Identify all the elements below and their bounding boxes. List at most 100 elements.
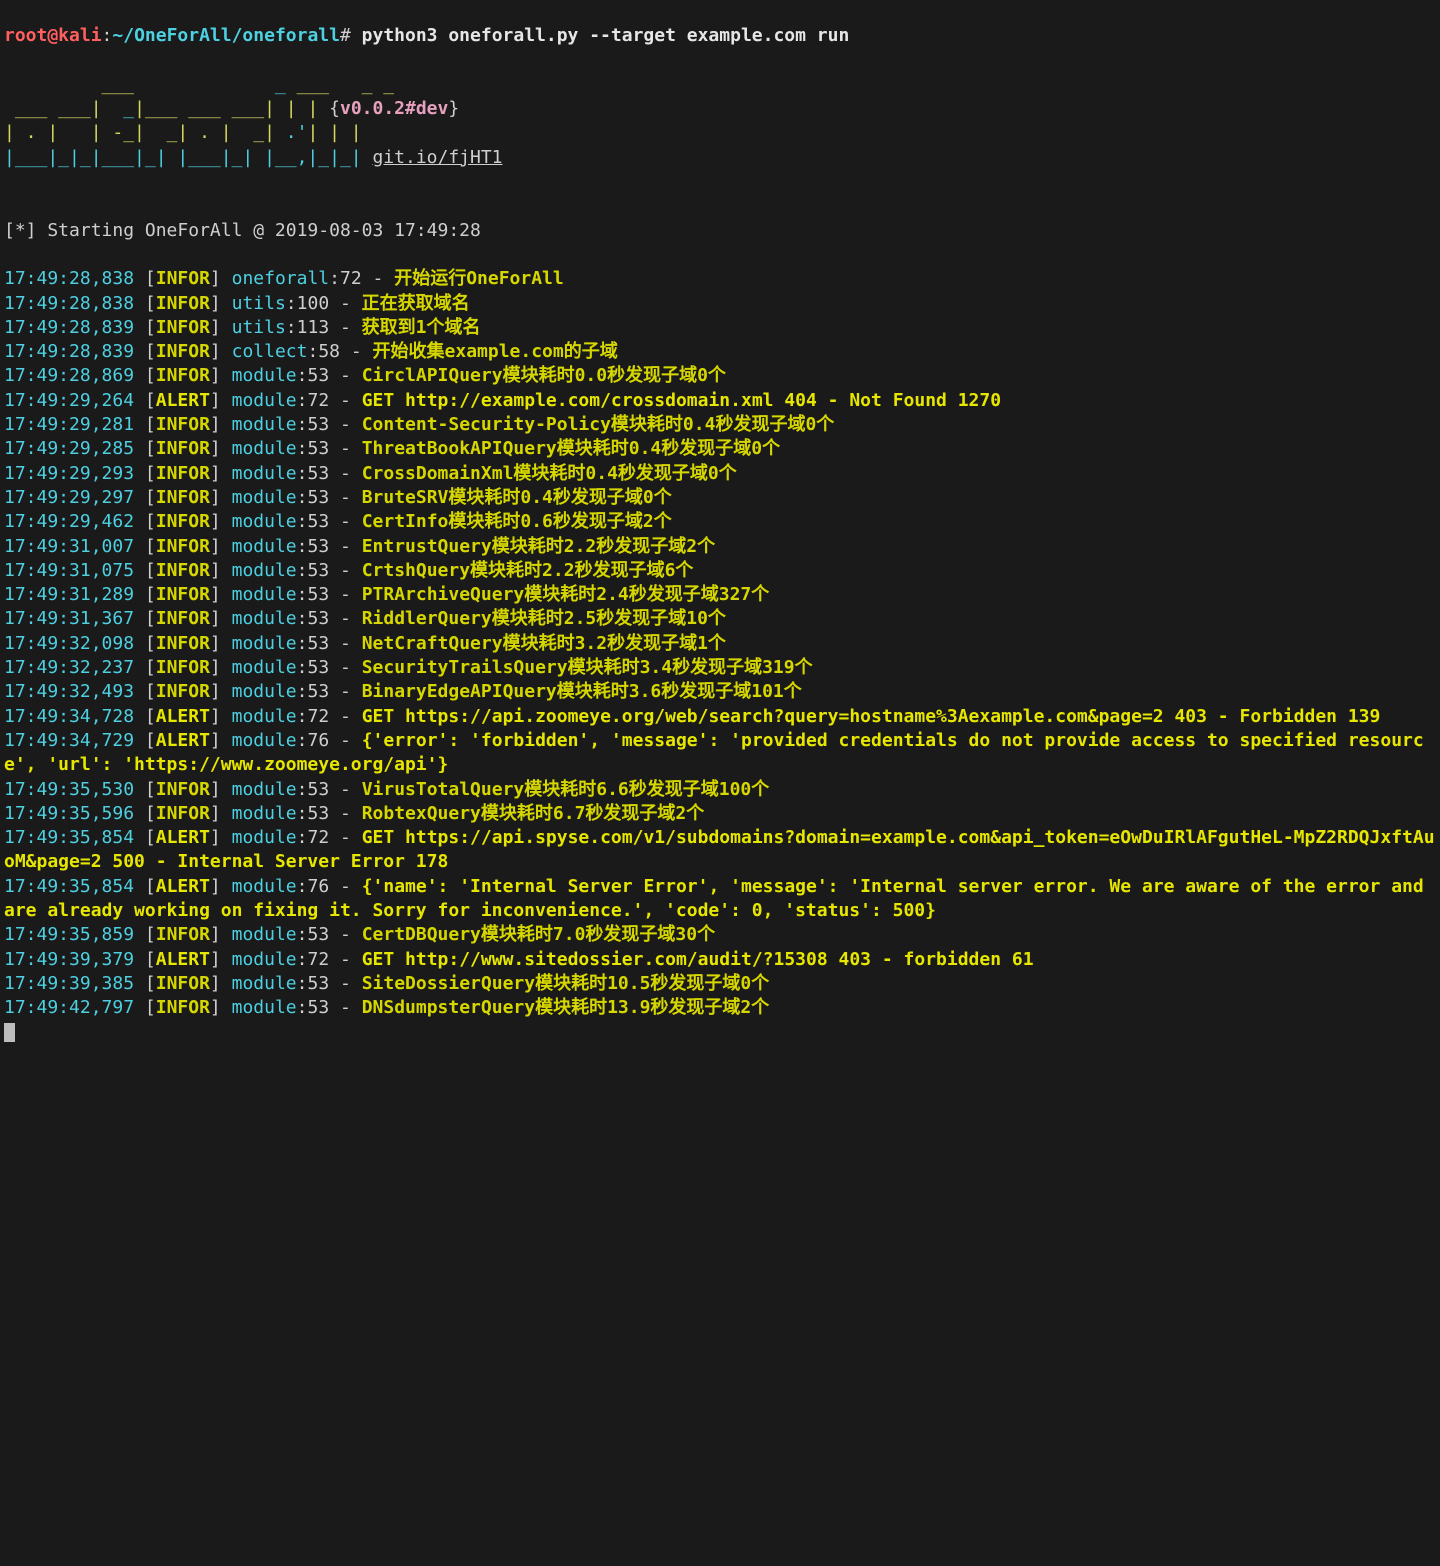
log-message: 开始运行OneForAll xyxy=(394,268,564,289)
log-module: module xyxy=(232,827,297,848)
log-colon: : xyxy=(297,463,308,484)
log-colon: : xyxy=(286,317,297,338)
log-dash: - xyxy=(329,511,362,532)
log-message: CrossDomainXml模块耗时0.4秒发现子域0个 xyxy=(362,463,737,484)
log-message: GET https://api.zoomeye.org/web/search?q… xyxy=(362,706,1381,727)
terminal[interactable]: root@kali: ~/OneForAll/oneforall# python3… xyxy=(0,0,1440,1049)
log-dash: - xyxy=(329,681,362,702)
log-line-no: 53 xyxy=(307,924,329,945)
log-time: 17:49:31,007 xyxy=(4,536,134,557)
log-module: module xyxy=(232,560,297,581)
log-time: 17:49:35,530 xyxy=(4,779,134,800)
log-colon: : xyxy=(329,268,340,289)
log-message: 开始收集example.com的子域 xyxy=(373,341,618,362)
prompt-path: ~/OneForAll/oneforall xyxy=(112,25,340,46)
prompt-sep2: # xyxy=(340,25,351,46)
log-level: INFOR xyxy=(156,293,210,314)
log-bracket: ] xyxy=(210,463,232,484)
log-message: RiddlerQuery模块耗时2.5秒发现子域10个 xyxy=(362,608,726,629)
log-bracket: ] xyxy=(210,365,232,386)
log-message: CertDBQuery模块耗时7.0秒发现子域30个 xyxy=(362,924,715,945)
log-time: 17:49:35,854 xyxy=(4,827,134,848)
log-level: INFOR xyxy=(156,365,210,386)
log-time: 17:49:29,462 xyxy=(4,511,134,532)
log-line-no: 53 xyxy=(307,608,329,629)
log-time: 17:49:32,237 xyxy=(4,657,134,678)
log-line-no: 53 xyxy=(307,438,329,459)
log-dash: - xyxy=(329,365,362,386)
log-bracket: [ xyxy=(134,365,156,386)
log-module: module xyxy=(232,730,297,751)
log-time: 17:49:35,596 xyxy=(4,803,134,824)
log-bracket: [ xyxy=(134,924,156,945)
log-time: 17:49:28,839 xyxy=(4,341,134,362)
log-level: INFOR xyxy=(156,438,210,459)
log-message: SiteDossierQuery模块耗时10.5秒发现子域0个 xyxy=(362,973,770,994)
log-time: 17:49:29,297 xyxy=(4,487,134,508)
log-bracket: [ xyxy=(134,341,156,362)
log-message: EntrustQuery模块耗时2.2秒发现子域2个 xyxy=(362,536,715,557)
log-colon: : xyxy=(297,681,308,702)
log-module: module xyxy=(232,390,297,411)
log-bracket: ] xyxy=(210,438,232,459)
log-line-no: 53 xyxy=(307,584,329,605)
log-message: Content-Security-Policy模块耗时0.4秒发现子域0个 xyxy=(362,414,835,435)
log-bracket: ] xyxy=(210,341,232,362)
log-module: module xyxy=(232,438,297,459)
log-dash: - xyxy=(329,463,362,484)
log-colon: : xyxy=(297,657,308,678)
log-bracket: [ xyxy=(134,560,156,581)
log-message: RobtexQuery模块耗时6.7秒发现子域2个 xyxy=(362,803,705,824)
log-colon: : xyxy=(307,341,318,362)
log-colon: : xyxy=(297,827,308,848)
log-dash: - xyxy=(329,973,362,994)
log-bracket: ] xyxy=(210,730,232,751)
log-module: module xyxy=(232,584,297,605)
log-bracket: [ xyxy=(134,438,156,459)
log-level: ALERT xyxy=(156,706,210,727)
log-bracket: ] xyxy=(210,390,232,411)
log-bracket: ] xyxy=(210,633,232,654)
log-bracket: [ xyxy=(134,584,156,605)
log-bracket: [ xyxy=(134,681,156,702)
log-bracket: ] xyxy=(210,997,232,1018)
log-dash: - xyxy=(362,268,395,289)
log-bracket: [ xyxy=(134,779,156,800)
log-level: INFOR xyxy=(156,803,210,824)
log-colon: : xyxy=(297,633,308,654)
prompt-cmd: python3 oneforall.py --target example.co… xyxy=(351,25,850,46)
log-colon: : xyxy=(297,390,308,411)
log-line-no: 113 xyxy=(297,317,330,338)
log-bracket: [ xyxy=(134,536,156,557)
log-bracket: [ xyxy=(134,293,156,314)
log-module: utils xyxy=(232,317,286,338)
log-line-no: 76 xyxy=(307,730,329,751)
log-line-no: 53 xyxy=(307,633,329,654)
log-dash: - xyxy=(329,706,362,727)
log-bracket: ] xyxy=(210,536,232,557)
log-message: CrtshQuery模块耗时2.2秒发现子域6个 xyxy=(362,560,694,581)
log-bracket: ] xyxy=(210,827,232,848)
log-dash: - xyxy=(329,997,362,1018)
log-time: 17:49:35,854 xyxy=(4,876,134,897)
log-time: 17:49:29,285 xyxy=(4,438,134,459)
log-module: module xyxy=(232,779,297,800)
log-module: module xyxy=(232,365,297,386)
log-level: INFOR xyxy=(156,997,210,1018)
log-level: ALERT xyxy=(156,390,210,411)
prompt-user: root@kali xyxy=(4,25,102,46)
log-colon: : xyxy=(297,924,308,945)
log-line-no: 72 xyxy=(307,827,329,848)
log-time: 17:49:31,075 xyxy=(4,560,134,581)
log-module: collect xyxy=(232,341,308,362)
log-module: oneforall xyxy=(232,268,330,289)
log-dash: - xyxy=(329,438,362,459)
log-time: 17:49:35,859 xyxy=(4,924,134,945)
log-time: 17:49:34,728 xyxy=(4,706,134,727)
log-line-no: 53 xyxy=(307,997,329,1018)
log-colon: : xyxy=(297,949,308,970)
banner-link[interactable]: git.io/fjHT1 xyxy=(372,147,502,168)
prompt-line: root@kali:~/OneForAll/oneforall# python3… xyxy=(4,25,849,46)
log-bracket: ] xyxy=(210,293,232,314)
log-bracket: [ xyxy=(134,268,156,289)
